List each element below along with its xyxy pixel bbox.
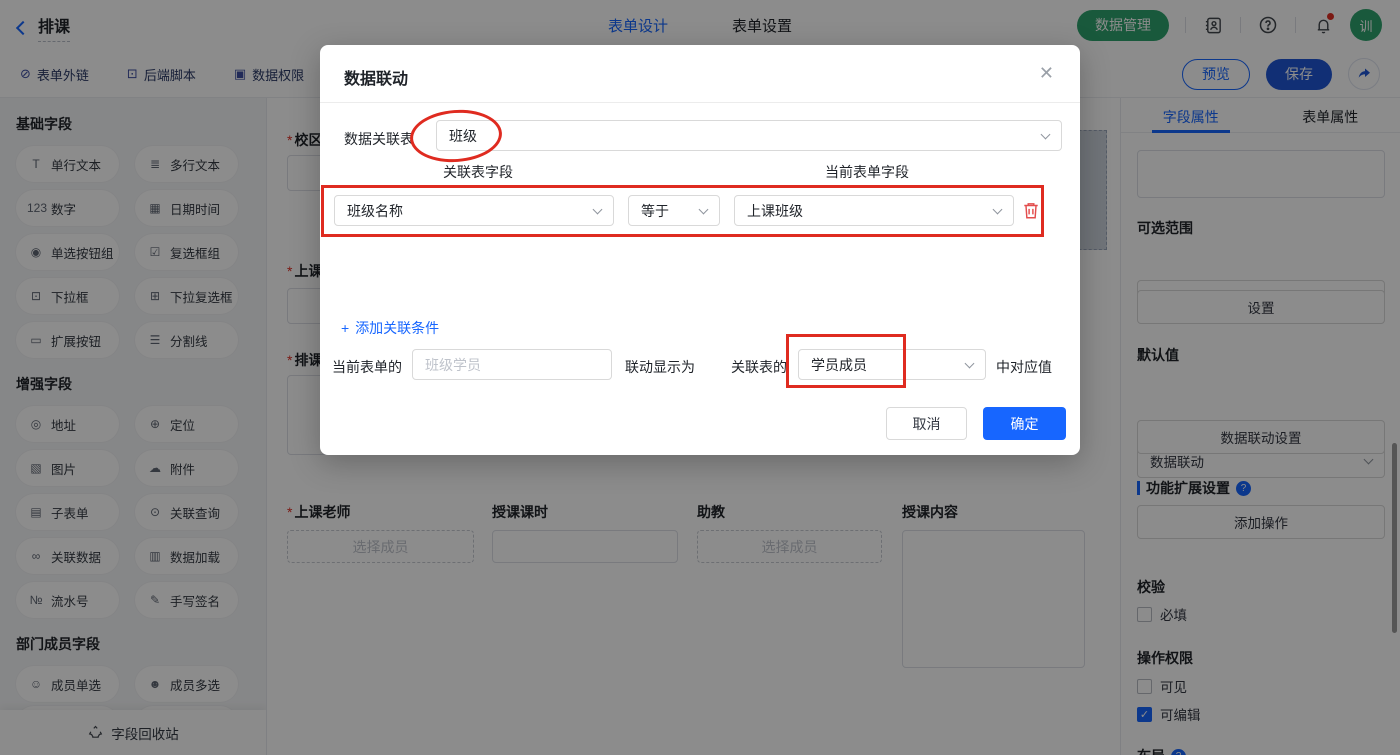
condition-field-value: 班级名称 [347, 202, 403, 219]
mapping-prefix-label: 当前表单的 [332, 359, 402, 375]
chevron-down-icon [1040, 129, 1051, 139]
condition-operator-value: 等于 [641, 202, 669, 219]
chevron-down-icon [592, 204, 603, 214]
mapping-relation-label: 关联表的 [731, 359, 787, 375]
mapping-relation-field-select[interactable]: 学员成员 [798, 349, 986, 380]
relation-table-label: 数据关联表 [344, 131, 414, 147]
relation-table-value: 班级 [449, 127, 477, 144]
add-condition-label: 添加关联条件 [355, 320, 440, 336]
modal-close-icon[interactable]: ✕ [1039, 63, 1054, 84]
condition-target-select[interactable]: 上课班级 [734, 195, 1014, 226]
condition-field-select[interactable]: 班级名称 [334, 195, 614, 226]
plus-icon: + [341, 320, 350, 336]
confirm-button[interactable]: 确定 [983, 407, 1066, 440]
chevron-down-icon [698, 204, 709, 214]
condition-target-value: 上课班级 [747, 202, 803, 219]
mapping-middle-label: 联动显示为 [625, 359, 695, 375]
column-header-left: 关联表字段 [443, 164, 513, 180]
modal-title: 数据联动 [344, 71, 409, 88]
relation-table-select[interactable]: 班级 [436, 120, 1062, 151]
divider [320, 102, 1080, 103]
cancel-button[interactable]: 取消 [886, 407, 967, 440]
chevron-down-icon [992, 204, 1003, 214]
condition-operator-select[interactable]: 等于 [628, 195, 720, 226]
data-linkage-modal: 数据联动 ✕ 数据关联表 班级 关联表字段 当前表单字段 班级名称 等于 上课班… [320, 45, 1080, 455]
add-condition-link[interactable]: + 添加关联条件 [341, 318, 439, 338]
mapping-relation-field-value: 学员成员 [811, 356, 867, 373]
delete-condition-icon[interactable] [1022, 201, 1040, 225]
mapping-field-placeholder: 班级学员 [425, 356, 481, 373]
mapping-field-input[interactable]: 班级学员 [412, 349, 612, 380]
mapping-suffix-label: 中对应值 [996, 359, 1052, 375]
chevron-down-icon [964, 358, 975, 368]
column-header-right: 当前表单字段 [825, 164, 909, 180]
